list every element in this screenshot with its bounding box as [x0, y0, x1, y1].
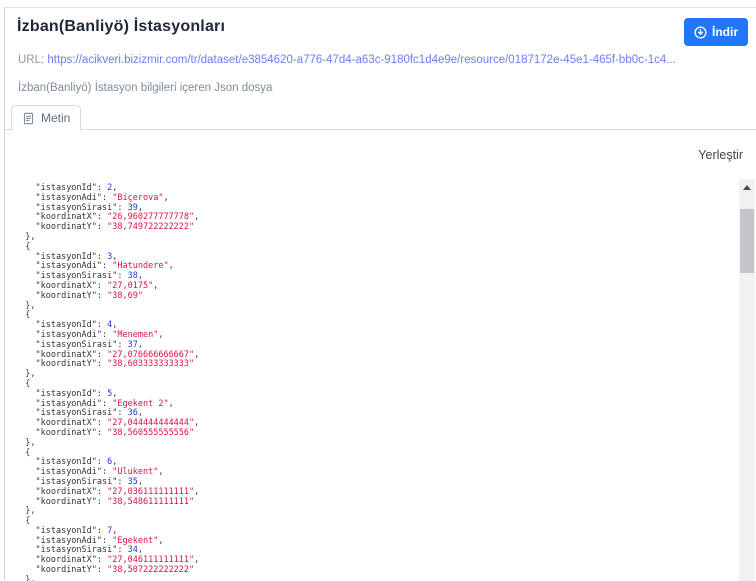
resource-description: İzban(Banliyö) İstasyon bilgileri içeren…	[18, 82, 273, 94]
download-button[interactable]: İndir	[684, 18, 748, 46]
download-circle-icon	[694, 25, 707, 39]
up-arrow-icon	[743, 185, 751, 190]
scrollbar[interactable]	[739, 179, 755, 581]
json-code: "istasyonId": 2, "istasyonAdi": "Biçerov…	[15, 183, 200, 581]
tab-label: Metin	[41, 111, 71, 125]
document-icon	[22, 112, 35, 125]
page-title: İzban(Banliyö) İstasyonları	[17, 18, 226, 35]
scrollbar-up-button[interactable]	[739, 179, 755, 196]
resource-card: İzban(Banliyö) İstasyonları İndir URL: h…	[4, 7, 756, 581]
resource-url-link[interactable]: https://acikveri.bizizmir.com/tr/dataset…	[47, 54, 675, 66]
tab-metin[interactable]: Metin	[11, 105, 82, 131]
view-tabbar: Metin	[5, 105, 756, 131]
resource-url-row: URL: https://acikveri.bizizmir.com/tr/da…	[18, 54, 676, 66]
url-label: URL:	[18, 54, 45, 66]
json-viewer: "istasyonId": 2, "istasyonAdi": "Biçerov…	[15, 179, 755, 581]
embed-button[interactable]: Yerleştir	[698, 148, 743, 162]
scrollbar-thumb[interactable]	[740, 209, 754, 273]
download-button-label: İndir	[712, 25, 738, 39]
